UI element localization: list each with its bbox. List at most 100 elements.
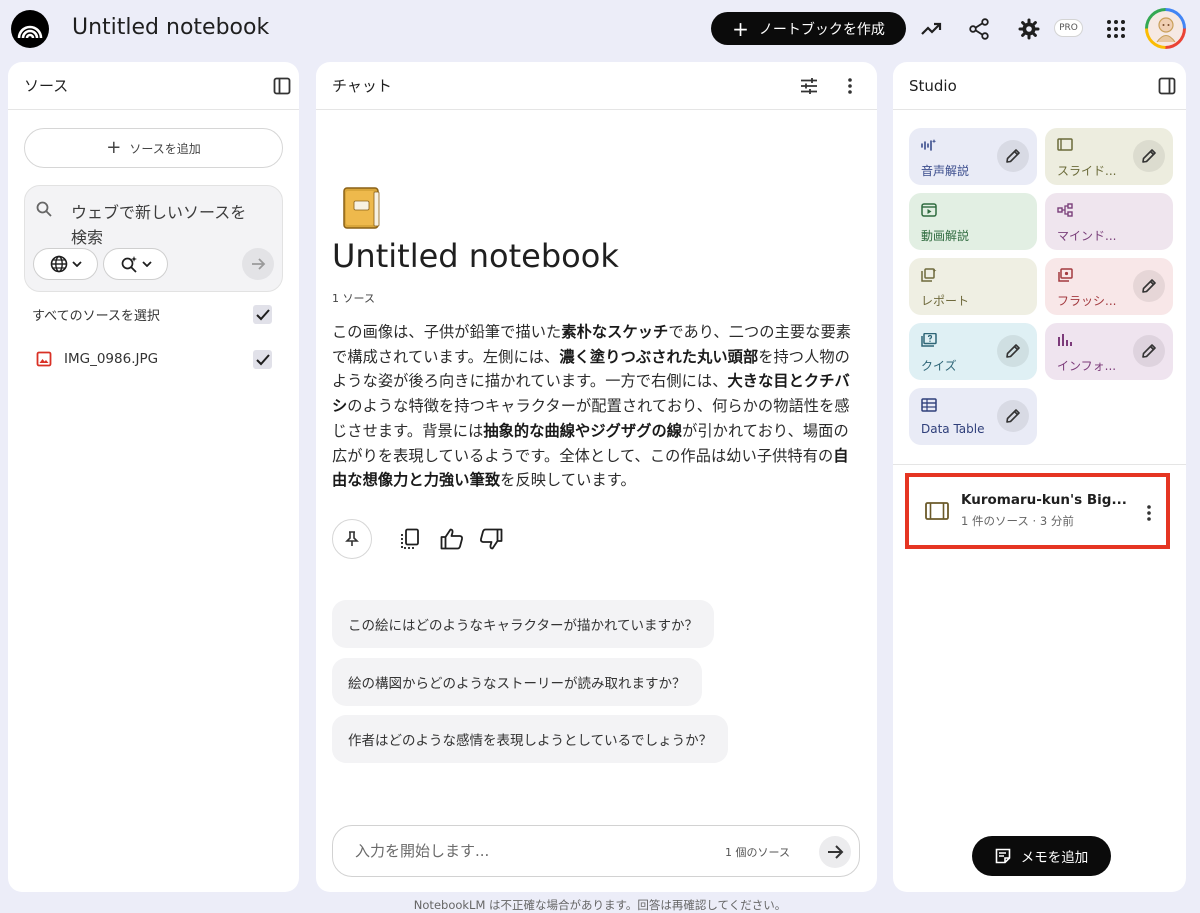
- edit-pencil-icon[interactable]: [997, 335, 1029, 367]
- chat-input-box: 1 個のソース: [332, 825, 860, 877]
- settings-gear-icon[interactable]: [1014, 14, 1044, 44]
- thumbs-down-button[interactable]: [475, 523, 507, 555]
- search-submit-button[interactable]: [242, 248, 274, 280]
- disclaimer-footer: NotebookLM は不正確な場合があります。回答は再確認してください。: [413, 898, 787, 912]
- tune-settings-icon[interactable]: [799, 76, 819, 96]
- thumbs-up-icon: [440, 528, 464, 550]
- edit-pencil-icon[interactable]: [1133, 270, 1165, 302]
- collapse-panel-icon[interactable]: [272, 76, 292, 96]
- studio-tile[interactable]: フラッシ...: [1045, 258, 1173, 315]
- edit-pencil-icon[interactable]: [997, 400, 1029, 432]
- edit-pencil-icon[interactable]: [1133, 335, 1165, 367]
- add-note-label: メモを追加: [1020, 850, 1089, 866]
- select-all-sources-row[interactable]: すべてのソースを選択: [24, 299, 283, 329]
- chat-input-source-count: 1 個のソース: [725, 846, 790, 859]
- sources-panel-title: ソース: [24, 77, 69, 95]
- studio-tile[interactable]: Data Table: [909, 388, 1037, 445]
- studio-tile-label: マインド...: [1057, 229, 1117, 243]
- chat-input[interactable]: [355, 840, 685, 862]
- studio-tile[interactable]: 動画解説: [909, 193, 1037, 250]
- slides-icon: [925, 502, 949, 520]
- thumbs-up-button[interactable]: [436, 523, 468, 555]
- studio-tile-label: クイズ: [921, 359, 957, 373]
- slides-icon: [1057, 138, 1073, 152]
- studio-tile-label: レポート: [921, 294, 970, 308]
- thumbs-down-icon: [479, 528, 503, 550]
- search-icon: [35, 200, 53, 218]
- studio-tile[interactable]: レポート: [909, 258, 1037, 315]
- edit-pencil-icon[interactable]: [997, 140, 1029, 172]
- sparkle-search-icon: [120, 255, 138, 273]
- copy-icon: [400, 528, 420, 550]
- arrow-right-icon: [826, 843, 844, 861]
- avatar-illustration: [1148, 11, 1183, 46]
- share-icon[interactable]: [964, 14, 994, 44]
- chat-panel-title: チャット: [332, 77, 392, 95]
- copy-button[interactable]: [394, 523, 426, 555]
- image-file-icon: [36, 351, 52, 367]
- search-prompt-text[interactable]: ウェブで新しいソースを検索: [71, 200, 261, 250]
- notebook-source-count: 1 ソース: [332, 292, 375, 305]
- chat-panel: チャット Untitled notebook 1 ソース この画像は、子供が鉛筆…: [316, 62, 877, 892]
- select-all-checkbox[interactable]: [253, 305, 272, 324]
- edit-pencil-icon[interactable]: [1133, 140, 1165, 172]
- collapse-panel-icon[interactable]: [1157, 76, 1177, 96]
- studio-tile-label: インフォ...: [1057, 359, 1117, 373]
- studio-panel-title: Studio: [909, 76, 957, 95]
- chevron-down-icon: [71, 261, 82, 267]
- pro-badge: PRO: [1054, 19, 1083, 37]
- summary-text: この画像は、子供が鉛筆で描いた: [332, 323, 562, 341]
- note-title: Kuromaru-kun's Big...: [961, 492, 1127, 508]
- arrow-right-icon: [250, 256, 266, 272]
- notebook-emoji-icon: [340, 186, 382, 230]
- select-all-label: すべてのソースを選択: [32, 308, 160, 324]
- plus-icon: +: [732, 16, 749, 41]
- suggested-question[interactable]: この絵にはどのようなキャラクターが描かれていますか？: [332, 600, 715, 648]
- analytics-trend-icon[interactable]: [916, 14, 946, 44]
- summary-emphasis: 濃く塗りつぶされた丸い頭部: [559, 347, 759, 366]
- studio-tile-label: スライド...: [1057, 164, 1117, 178]
- note-meta: 1 件のソース · 3 分前: [961, 514, 1074, 528]
- infographic-icon: [1057, 333, 1073, 347]
- web-source-search-box[interactable]: ウェブで新しいソースを検索: [24, 185, 283, 292]
- studio-tile[interactable]: クイズ: [909, 323, 1037, 380]
- notebook-title[interactable]: Untitled notebook: [72, 13, 269, 43]
- add-source-button[interactable]: + ソースを追加: [24, 128, 283, 168]
- more-vert-icon[interactable]: [840, 76, 860, 96]
- notebook-heading: Untitled notebook: [332, 237, 619, 275]
- source-item[interactable]: IMG_0986.JPG: [24, 344, 283, 374]
- studio-tile[interactable]: インフォ...: [1045, 323, 1173, 380]
- generated-note-card[interactable]: Kuromaru-kun's Big... 1 件のソース · 3 分前: [905, 473, 1170, 549]
- source-item-name: IMG_0986.JPG: [64, 351, 159, 367]
- notebooklm-logo-icon[interactable]: [11, 10, 49, 48]
- add-source-label: ソースを追加: [129, 141, 201, 156]
- research-mode-dropdown[interactable]: [103, 248, 168, 280]
- suggested-question[interactable]: 作者はどのような感情を表現しようとしているでしょうか？: [332, 715, 729, 763]
- studio-tile-label: Data Table: [921, 422, 985, 436]
- create-notebook-button[interactable]: + ノートブックを作成: [711, 12, 906, 45]
- video-icon: [921, 203, 937, 217]
- report-icon: [921, 268, 937, 282]
- data-table-icon: [921, 398, 937, 412]
- studio-tile[interactable]: スライド...: [1045, 128, 1173, 185]
- apps-grid-icon[interactable]: [1101, 14, 1131, 44]
- chat-panel-header: チャット: [316, 62, 877, 110]
- more-vert-icon[interactable]: [1139, 502, 1159, 524]
- studio-tile-label: フラッシ...: [1057, 294, 1117, 308]
- source-item-checkbox[interactable]: [253, 350, 272, 369]
- studio-divider: [893, 464, 1186, 465]
- add-note-button[interactable]: メモを追加: [972, 836, 1111, 876]
- pin-button[interactable]: [332, 519, 372, 559]
- studio-panel: Studio 音声解説 スライド... 動画解説 マインド... レポート フラッシ...…: [893, 62, 1186, 892]
- sources-panel-header: ソース: [8, 62, 299, 110]
- chevron-down-icon: [141, 261, 152, 267]
- studio-tile-label: 音声解説: [921, 164, 970, 178]
- mind-map-icon: [1057, 203, 1073, 217]
- top-bar: Untitled notebook + ノートブックを作成 PRO: [0, 0, 1200, 58]
- studio-tile[interactable]: 音声解説: [909, 128, 1037, 185]
- suggested-question[interactable]: 絵の構図からどのようなストーリーが読み取れますか？: [332, 658, 702, 706]
- studio-tile[interactable]: マインド...: [1045, 193, 1173, 250]
- web-source-type-dropdown[interactable]: [33, 248, 98, 280]
- user-avatar[interactable]: [1145, 8, 1186, 49]
- send-button[interactable]: [819, 836, 851, 868]
